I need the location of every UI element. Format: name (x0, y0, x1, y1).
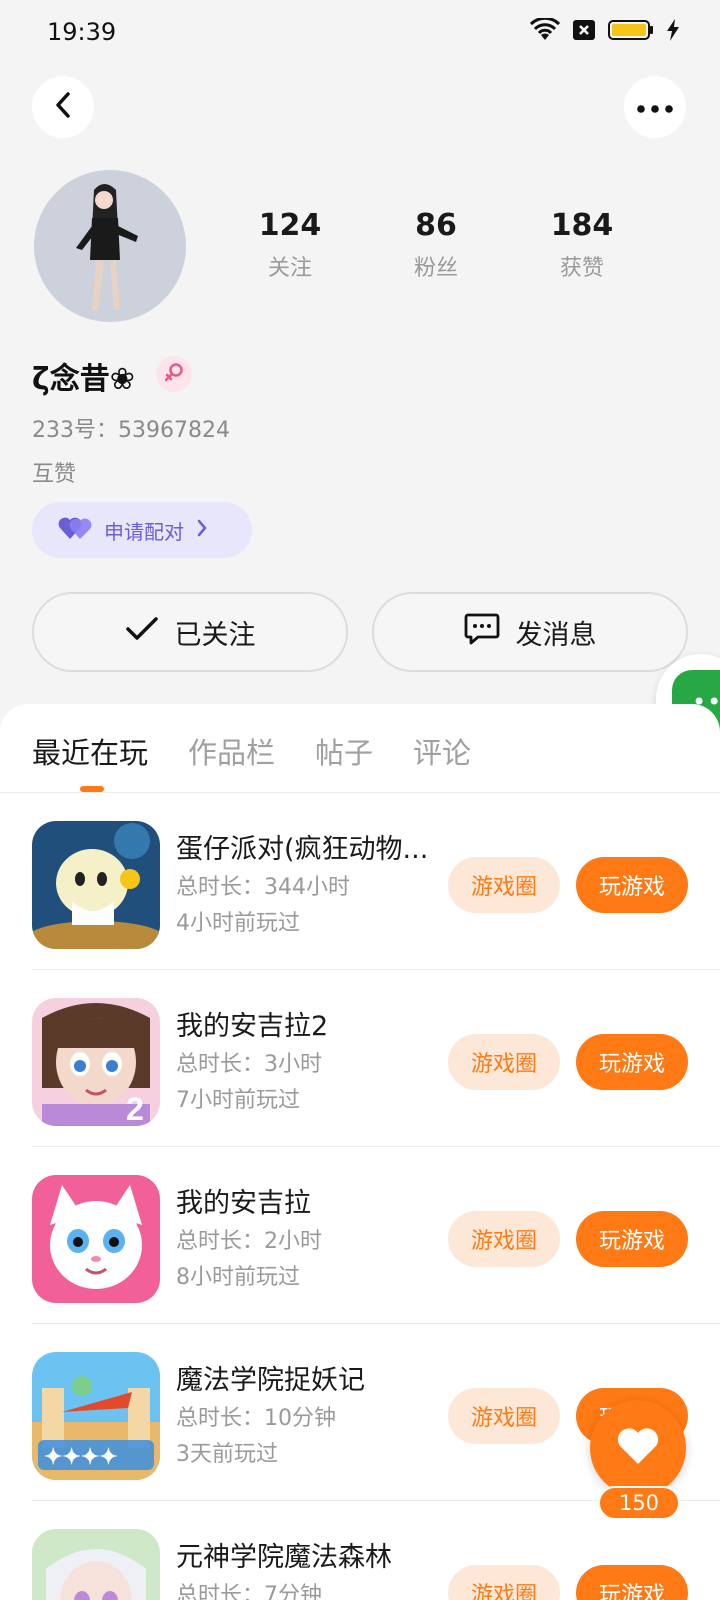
angela-2-icon[interactable]: 2 (32, 998, 160, 1126)
tab-comments[interactable]: 评论 (413, 730, 471, 772)
double-heart-icon (58, 515, 92, 546)
list-item[interactable]: 蛋仔派对(疯狂动物... 总时长：344小时 4小时前玩过 游戏圈 玩游戏 (0, 793, 720, 970)
stat-following[interactable]: 124 关注 (230, 208, 350, 282)
stat-followers[interactable]: 86 粉丝 (376, 208, 496, 282)
check-icon (125, 616, 159, 649)
game-last-played: 3天前玩过 (176, 1442, 278, 1467)
status-bar: 19:39 (0, 0, 720, 64)
like-count: 150 (598, 1486, 680, 1520)
match-request-label: 申请配对 (104, 519, 184, 544)
game-name: 我的安吉拉 (176, 1188, 311, 1219)
game-circle-button[interactable]: 游戏圈 (448, 1388, 560, 1444)
play-game-button[interactable]: 玩游戏 (576, 1034, 688, 1090)
username: ζ念昔❀ (32, 362, 135, 397)
chevron-right-icon (196, 518, 208, 542)
game-last-played: 7小时前玩过 (176, 1088, 300, 1113)
magic-academy-icon[interactable]: ✦✦✦✦ (32, 1352, 160, 1480)
game-circle-button[interactable]: 游戏圈 (448, 857, 560, 913)
game-name: 元神学院魔法森林 (176, 1542, 392, 1573)
stat-label: 关注 (267, 256, 312, 281)
stat-label: 粉丝 (413, 256, 458, 281)
back-button[interactable] (32, 76, 94, 138)
heart-icon (616, 1426, 660, 1470)
game-name: 魔法学院捉妖记 (176, 1365, 365, 1396)
sim-off-icon (572, 19, 596, 45)
uid-value: 53967824 (118, 418, 230, 443)
svg-text:✦✦✦✦: ✦✦✦✦ (44, 1444, 118, 1469)
chat-bubble-icon (464, 612, 500, 653)
send-message-button[interactable]: 发消息 (372, 592, 688, 672)
play-game-button[interactable]: 玩游戏 (576, 857, 688, 913)
game-name: 我的安吉拉2 (176, 1011, 329, 1042)
svg-text:2: 2 (126, 1091, 144, 1126)
more-button[interactable] (624, 76, 686, 138)
avatar-figure-icon (34, 170, 186, 322)
game-last-played: 8小时前玩过 (176, 1265, 300, 1290)
status-icons (529, 16, 680, 46)
stat-value: 184 (550, 208, 614, 243)
status-time: 19:39 (47, 18, 117, 46)
tab-recently-played[interactable]: 最近在玩 (32, 730, 148, 772)
charging-icon (666, 19, 680, 45)
bio: 互赞 (32, 462, 77, 487)
game-duration: 总时长：7分钟 (176, 1583, 322, 1600)
stat-likes[interactable]: 184 获赞 (522, 208, 642, 282)
stat-value: 124 (258, 208, 322, 243)
game-duration: 总时长：3小时 (176, 1052, 322, 1077)
game-circle-button[interactable]: 游戏圈 (448, 1565, 560, 1600)
play-game-button[interactable]: 玩游戏 (576, 1211, 688, 1267)
female-icon (163, 361, 185, 387)
genshin-academy-icon[interactable] (32, 1529, 160, 1600)
game-last-played: 4小时前玩过 (176, 911, 300, 936)
wifi-icon (529, 16, 561, 46)
list-item[interactable]: 我的安吉拉 总时长：2小时 8小时前玩过 游戏圈 玩游戏 (0, 1147, 720, 1324)
followed-label: 已关注 (174, 619, 256, 651)
tab-posts[interactable]: 帖子 (315, 730, 373, 772)
play-game-button[interactable]: 玩游戏 (576, 1565, 688, 1600)
game-circle-button[interactable]: 游戏圈 (448, 1034, 560, 1090)
game-circle-button[interactable]: 游戏圈 (448, 1211, 560, 1267)
game-duration: 总时长：344小时 (176, 875, 350, 900)
uid-label: 233号： (32, 418, 118, 443)
more-dots-icon (637, 98, 673, 117)
profile-tabs: 最近在玩 作品栏 帖子 评论 (32, 730, 471, 772)
stat-value: 86 (415, 208, 457, 243)
game-duration: 总时长：2小时 (176, 1229, 322, 1254)
gender-badge (156, 356, 192, 392)
battery-icon (608, 19, 654, 45)
tab-works[interactable]: 作品栏 (188, 730, 275, 772)
eggy-party-icon[interactable] (32, 821, 160, 949)
user-id: 233号：53967824 (32, 412, 230, 444)
send-message-label: 发消息 (515, 619, 597, 651)
game-name: 蛋仔派对(疯狂动物... (176, 834, 429, 865)
angela-icon[interactable] (32, 1175, 160, 1303)
game-duration: 总时长：10分钟 (176, 1406, 336, 1431)
match-request-button[interactable]: 申请配对 (32, 502, 252, 558)
stat-label: 获赞 (559, 256, 604, 281)
followed-button[interactable]: 已关注 (32, 592, 348, 672)
like-button[interactable] (590, 1400, 686, 1496)
chevron-left-icon (53, 91, 73, 123)
avatar[interactable] (34, 170, 186, 322)
list-item[interactable]: 2 我的安吉拉2 总时长：3小时 7小时前玩过 游戏圈 玩游戏 (0, 970, 720, 1147)
